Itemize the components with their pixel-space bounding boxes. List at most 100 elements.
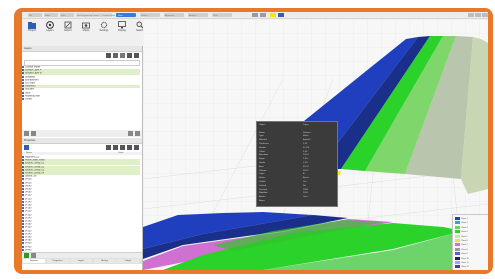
measure-icon[interactable] [120,145,125,150]
back-icon[interactable] [24,131,29,136]
popup-property-row: Area 412.8 [259,166,335,169]
bottom-tab[interactable]: History [93,259,116,263]
tab-surface[interactable]: Surface [140,13,160,17]
popup-property-row: Grade 1.5% [259,162,335,165]
node-icon [22,75,24,78]
legend-item: Class 7 [455,243,487,247]
views-button[interactable]: Views [78,21,94,41]
node-icon [22,223,24,226]
tab-home[interactable]: Home [44,13,58,17]
popup-property-value: Layer [303,124,309,126]
legend-swatch [455,217,460,220]
settings-button[interactable]: Settings [96,21,112,41]
layers-toolbar [22,52,142,59]
tab-view[interactable]: View [116,13,136,17]
popup-property-value: 0+120 [303,146,310,149]
edit-icon[interactable] [120,53,125,58]
popup-property-row: Slope 2.0% [259,158,335,161]
collapse-icon[interactable] [135,131,140,136]
legend-item: Class 11 [455,261,487,265]
node-icon [22,91,24,94]
layers-button[interactable]: Layers [42,21,58,41]
project-button[interactable]: Project [24,21,40,41]
legend-item: Class 1 [455,217,487,221]
bottom-tab[interactable]: Properties [46,259,69,263]
popup-property-key: Grade [259,162,266,164]
node-icon [22,226,24,229]
close-icon[interactable] [482,13,488,17]
node-icon [22,162,24,165]
tab-analysis[interactable]: Analysis [188,13,208,17]
bottom-tab[interactable]: Layers [70,259,92,263]
application-window: File Home Data Geo-Engineering Viewer — … [22,12,488,270]
tab-data[interactable]: Data [60,13,74,17]
node-icon [22,242,24,245]
legend-swatch [455,225,460,229]
legend-label: Class 12 [461,266,469,269]
quick-access-icon[interactable] [260,13,266,17]
popup-property-row: Object Layer [259,124,335,127]
popup-property-key: Object [259,124,266,126]
screenshot-frame: File Home Data Geo-Engineering Viewer — … [0,0,495,279]
zoom-icon[interactable] [127,145,132,150]
pencil-icon[interactable] [113,145,118,150]
ribbon-label: Display [117,29,127,32]
gear-icon [100,21,108,29]
popup-property-key: Status [259,177,266,180]
layers_panel-row[interactable]: Terrain [22,98,140,101]
display-button[interactable]: Display [114,21,130,41]
popup-property-value: 412.8 [303,165,309,168]
quick-access-icon[interactable] [252,13,258,17]
filter-icon[interactable] [134,53,139,58]
user-icon[interactable] [278,13,284,17]
legend-label: Class 9 [461,253,468,256]
node-icon [22,213,24,216]
bottom-tab[interactable]: Output [117,259,139,263]
forward-icon[interactable] [31,131,36,136]
node-icon [22,245,24,248]
node-icon [22,191,24,194]
legend-swatch [455,265,460,269]
legend-label: Class 2 [461,222,468,225]
popup-property-row: Notes [259,200,335,203]
legend-swatch [455,234,460,238]
popup-property-row: Locked No [259,185,335,188]
left-panel: Layers Search Corridor ModelSurface Laye… [22,46,143,270]
folder-add-icon[interactable] [113,53,118,58]
tab-tools[interactable]: Tools [212,13,232,17]
minimize-icon[interactable] [468,13,474,17]
popup-property-key: Layer [259,173,265,176]
node-icon [22,159,24,162]
popup-property-row: Type Mesh [259,135,335,138]
ribbon-label: Layers [46,29,54,32]
maximize-icon[interactable] [475,13,481,17]
visibility-icon[interactable] [106,145,111,150]
export-button[interactable]: Export [60,21,76,41]
notification-icon[interactable] [270,13,276,17]
node-icon [22,85,24,88]
column-header-value: Value [118,152,124,154]
node-icon [22,220,24,222]
panel-title: Properties [24,139,36,142]
legend-item: Class 12 [455,265,487,269]
node-icon [22,181,24,184]
filter-icon[interactable] [134,145,139,150]
color-legend: Class 1 Class 2 Class 3 Class 4 Class 5 Class… [452,214,488,270]
bottom-tab[interactable]: Explorer [23,259,45,263]
zoom-icon[interactable] [127,53,132,58]
node-icon [22,197,24,200]
properties-columns: Name Value [22,152,142,155]
folder-open-icon[interactable] [106,53,111,58]
properties-toolbar [22,144,142,151]
popup-property-row: Modified 2024 [259,192,335,195]
popup-property-row: Station 0+120 [259,147,335,150]
popup-property-key: Locked [259,184,267,187]
expand-icon[interactable] [128,131,133,136]
tab-alignment[interactable]: Alignment [164,13,184,17]
popup-property-row: Visible Yes [259,181,335,184]
ribbon-label: Views [82,29,90,32]
tab-file[interactable]: File [28,13,42,17]
popup-property-key: Elevation [259,154,268,157]
popup-property-row: Thickness 0.25 [259,143,335,146]
popup-property-key: Slope [259,158,265,161]
